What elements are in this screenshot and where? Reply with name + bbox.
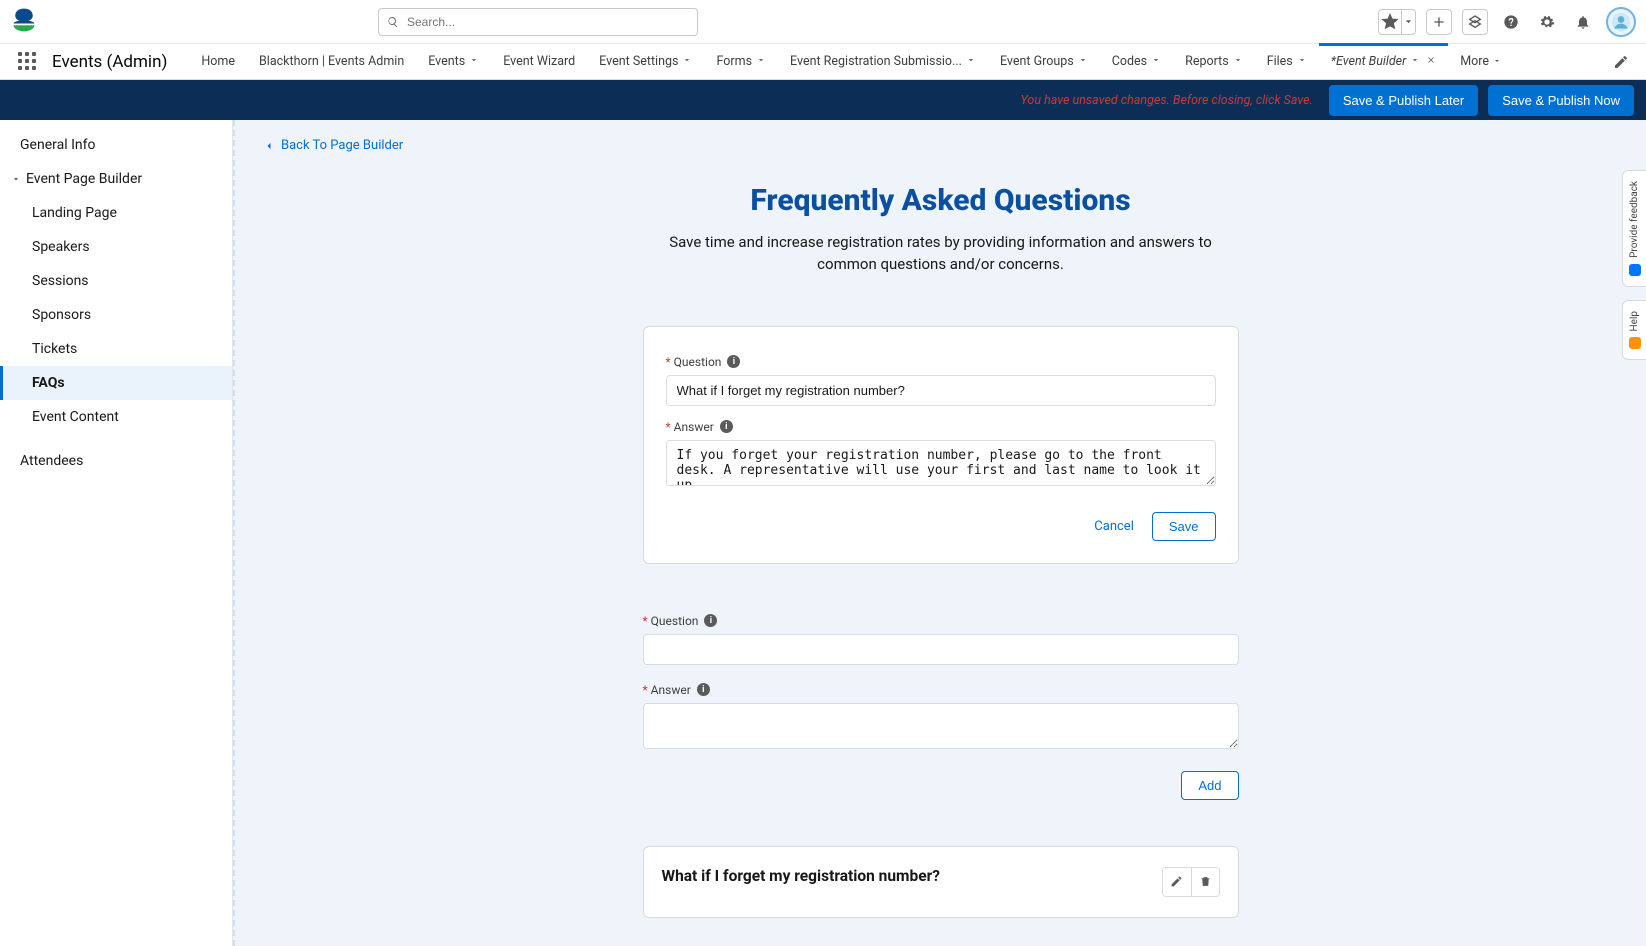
- faq-edit-card: *Questioni *Answeri Cancel Save: [643, 326, 1239, 564]
- nav-tabs: Home Blackthorn | Events Admin Events Ev…: [189, 44, 1598, 79]
- chevron-down-icon[interactable]: [966, 54, 976, 69]
- nav-tab-more[interactable]: More: [1448, 44, 1513, 79]
- chevron-left-icon: [263, 140, 275, 152]
- org-logo: [10, 6, 38, 38]
- setup-gear-icon[interactable]: [1534, 9, 1560, 35]
- sidebar-item-faqs[interactable]: FAQs: [0, 366, 232, 400]
- chevron-down-icon[interactable]: [756, 54, 766, 69]
- feedback-icon: [1629, 264, 1641, 276]
- sidebar-item-speakers[interactable]: Speakers: [0, 230, 232, 264]
- app-name: Events (Admin): [52, 52, 167, 72]
- answer-label: *Answeri: [643, 683, 1239, 697]
- help-icon: [1629, 337, 1641, 349]
- edit-nav-pencil-icon[interactable]: [1608, 49, 1634, 75]
- info-icon[interactable]: i: [720, 420, 733, 433]
- chevron-down-icon[interactable]: [1297, 54, 1307, 69]
- nav-tab-forms[interactable]: Forms: [704, 44, 778, 79]
- question-label: *Questioni: [666, 355, 1216, 369]
- question-label: *Questioni: [643, 614, 1239, 628]
- nav-tab-codes[interactable]: Codes: [1100, 44, 1173, 79]
- info-icon[interactable]: i: [697, 683, 710, 696]
- delete-faq-button[interactable]: [1191, 868, 1219, 896]
- info-icon[interactable]: i: [704, 614, 717, 627]
- help-tab[interactable]: Help: [1622, 300, 1646, 360]
- user-avatar[interactable]: [1606, 7, 1636, 37]
- close-tab-icon[interactable]: [1426, 54, 1436, 69]
- nav-tab-events[interactable]: Events: [416, 44, 491, 79]
- question-input[interactable]: [643, 634, 1239, 665]
- nav-tab-events-admin[interactable]: Blackthorn | Events Admin: [247, 44, 416, 79]
- favorites-dropdown[interactable]: [1378, 9, 1416, 35]
- faq-new-form: *Questioni *Answeri Add: [643, 614, 1239, 800]
- action-bar: You have unsaved changes. Before closing…: [0, 80, 1646, 120]
- sidebar-item-landing-page[interactable]: Landing Page: [0, 196, 232, 230]
- unsaved-warning: You have unsaved changes. Before closing…: [1021, 93, 1313, 108]
- provide-feedback-tab[interactable]: Provide feedback: [1622, 170, 1646, 287]
- nav-tab-event-settings[interactable]: Event Settings: [587, 44, 704, 79]
- nav-tab-event-builder[interactable]: * Event Builder: [1319, 44, 1448, 79]
- save-button[interactable]: Save: [1152, 512, 1216, 541]
- sidebar-item-event-content[interactable]: Event Content: [0, 400, 232, 434]
- add-button[interactable]: Add: [1181, 771, 1238, 800]
- edit-faq-button[interactable]: [1163, 868, 1191, 896]
- sidebar-item-tickets[interactable]: Tickets: [0, 332, 232, 366]
- page-subtitle: Save time and increase registration rate…: [661, 232, 1221, 276]
- back-to-page-builder-link[interactable]: Back To Page Builder: [263, 138, 1618, 153]
- chevron-down-icon[interactable]: [469, 54, 479, 69]
- faq-question-text: What if I forget my registration number?: [662, 867, 940, 885]
- nav-tab-registration-submissions[interactable]: Event Registration Submissio...: [778, 44, 988, 79]
- nav-tab-files[interactable]: Files: [1255, 44, 1319, 79]
- global-header: [0, 0, 1646, 44]
- nav-tab-home[interactable]: Home: [189, 44, 247, 79]
- chevron-down-icon[interactable]: [1233, 54, 1243, 69]
- builder-sidebar: General Info Event Page Builder Landing …: [0, 120, 233, 946]
- question-input[interactable]: [666, 375, 1216, 406]
- answer-textarea[interactable]: [666, 440, 1216, 486]
- help-icon[interactable]: [1498, 9, 1524, 35]
- salesforce-help-icon[interactable]: [1462, 9, 1488, 35]
- sidebar-item-sessions[interactable]: Sessions: [0, 264, 232, 298]
- faq-existing-card: What if I forget my registration number?: [643, 846, 1239, 918]
- app-launcher-icon[interactable]: [18, 52, 38, 72]
- sidebar-item-sponsors[interactable]: Sponsors: [0, 298, 232, 332]
- sidebar-item-general-info[interactable]: General Info: [0, 128, 232, 162]
- nav-tab-reports[interactable]: Reports: [1173, 44, 1255, 79]
- save-publish-now-button[interactable]: Save & Publish Now: [1488, 85, 1634, 116]
- trash-icon: [1199, 875, 1212, 888]
- global-actions-icon[interactable]: [1426, 9, 1452, 35]
- app-nav-row: Events (Admin) Home Blackthorn | Events …: [0, 44, 1646, 80]
- chevron-down-icon[interactable]: [1151, 54, 1161, 69]
- faq-card-actions: [1162, 867, 1220, 897]
- chevron-down-icon: [8, 174, 24, 184]
- chevron-down-icon[interactable]: [682, 54, 692, 69]
- save-publish-later-button[interactable]: Save & Publish Later: [1329, 85, 1478, 116]
- notifications-bell-icon[interactable]: [1570, 9, 1596, 35]
- answer-textarea[interactable]: [643, 703, 1239, 749]
- sidebar-item-page-builder[interactable]: Event Page Builder: [0, 162, 232, 196]
- chevron-down-icon[interactable]: [1078, 54, 1088, 69]
- sidebar-item-attendees[interactable]: Attendees: [0, 444, 232, 478]
- global-search[interactable]: [378, 8, 698, 36]
- global-search-input[interactable]: [405, 14, 689, 30]
- answer-label: *Answeri: [666, 420, 1216, 434]
- chevron-down-icon[interactable]: [1410, 54, 1420, 69]
- nav-tab-event-wizard[interactable]: Event Wizard: [491, 44, 587, 79]
- nav-tab-event-groups[interactable]: Event Groups: [988, 44, 1100, 79]
- cancel-button[interactable]: Cancel: [1094, 519, 1134, 534]
- main-content: Back To Page Builder Frequently Asked Qu…: [233, 120, 1646, 946]
- page-title: Frequently Asked Questions: [263, 183, 1618, 218]
- pencil-icon: [1170, 875, 1183, 888]
- info-icon[interactable]: i: [727, 355, 740, 368]
- header-utility-icons: [1378, 7, 1636, 37]
